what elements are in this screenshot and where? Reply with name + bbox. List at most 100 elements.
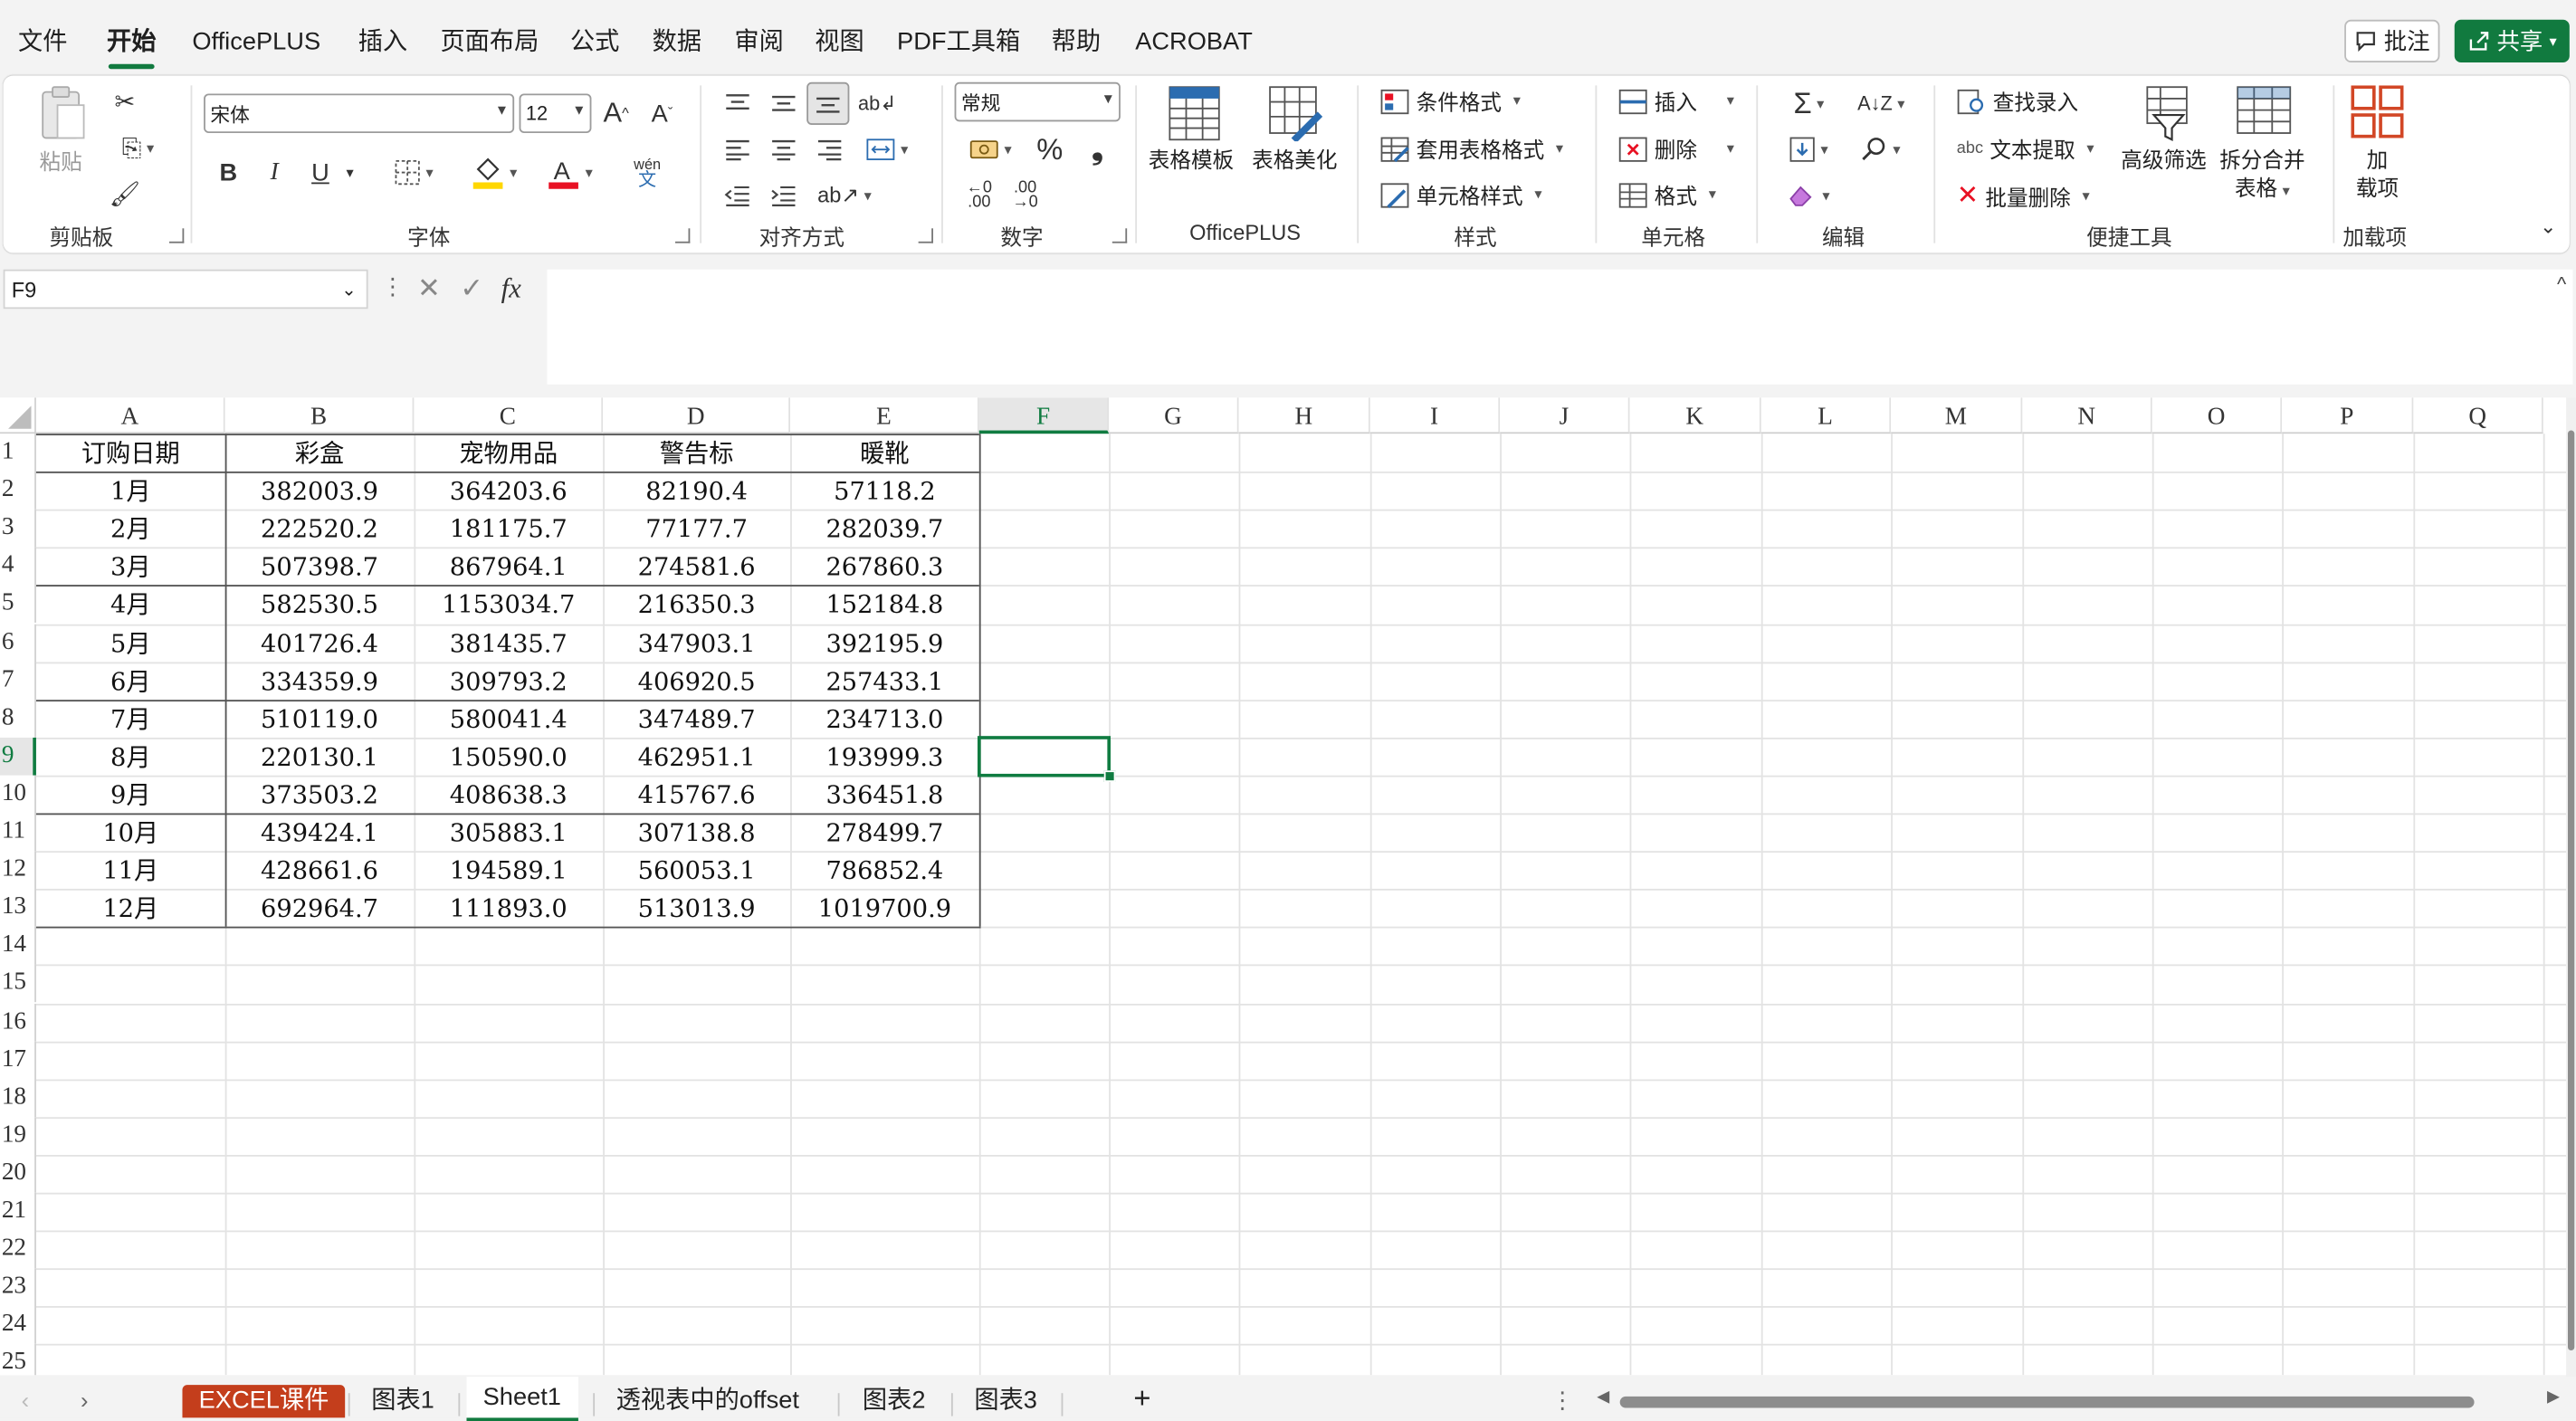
alignment-launcher-icon[interactable] (918, 228, 933, 243)
table-cell[interactable]: 222520.2 (225, 510, 415, 548)
row-header[interactable]: 12 (0, 851, 36, 890)
table-cell[interactable]: 428661.6 (225, 851, 415, 889)
menu-formulas[interactable]: 公式 (570, 26, 619, 59)
prev-sheet-icon[interactable]: ‹ (22, 1387, 29, 1413)
column-header[interactable]: P (2282, 397, 2414, 434)
scroll-left-icon[interactable]: ◀ (1597, 1388, 1609, 1407)
selected-cell[interactable] (977, 735, 1111, 777)
table-cell[interactable]: 392195.9 (790, 624, 979, 662)
comment-button[interactable]: 批注 (2344, 19, 2440, 62)
table-cell[interactable]: 334359.9 (225, 662, 415, 700)
vertical-scrollbar[interactable] (2566, 397, 2576, 1378)
table-cell[interactable]: 111893.0 (414, 889, 603, 927)
menu-pdf-tools[interactable]: PDF工具箱 (897, 26, 1020, 59)
column-header[interactable]: N (2022, 397, 2152, 434)
column-header[interactable]: I (1369, 397, 1501, 434)
row-header[interactable]: 13 (0, 889, 36, 928)
decrease-decimal-icon[interactable]: .00 →0 (1006, 177, 1045, 214)
table-cell[interactable]: 193999.3 (790, 738, 979, 776)
menu-review[interactable]: 审阅 (734, 26, 783, 59)
row-header[interactable]: 14 (0, 927, 36, 966)
table-cell[interactable]: 336451.8 (790, 776, 979, 814)
autosum-icon[interactable]: Σ ▾ (1778, 85, 1840, 121)
table-cell[interactable]: 347489.7 (603, 700, 790, 738)
phonetic-icon[interactable]: wén 文 (615, 151, 681, 194)
table-cell[interactable]: 6月 (36, 662, 225, 700)
find-entry-button[interactable]: 查找录入 (1957, 85, 2078, 116)
name-box[interactable]: F9 ⌄ (3, 269, 368, 310)
cancel-icon[interactable]: ✕ (417, 272, 441, 305)
row-header[interactable]: 3 (0, 510, 36, 548)
row-header[interactable]: 11 (0, 813, 36, 852)
decrease-indent-icon[interactable] (720, 177, 756, 214)
header-cell[interactable]: 彩盒 (225, 434, 415, 472)
sort-filter-icon[interactable]: A↓Z ▾ (1852, 85, 1911, 121)
table-cell[interactable]: 2月 (36, 510, 225, 548)
cell-style-button[interactable]: 单元格样式 ▾ (1380, 179, 1542, 210)
add-sheet-icon[interactable]: + (1133, 1381, 1150, 1414)
row-header[interactable]: 6 (0, 623, 36, 662)
table-cell[interactable]: 216350.3 (603, 586, 790, 624)
underline-button[interactable]: U (306, 155, 336, 191)
menu-page-layout[interactable]: 页面布局 (440, 26, 539, 59)
addins-icon[interactable] (2351, 85, 2404, 146)
table-beautify-label[interactable]: 表格美化 (1252, 147, 1337, 175)
chevron-down-icon[interactable]: ▾ (340, 155, 360, 191)
row-header[interactable]: 19 (0, 1116, 36, 1155)
menu-view[interactable]: 视图 (815, 26, 863, 59)
row-header[interactable]: 22 (0, 1230, 36, 1269)
italic-button[interactable]: I (260, 155, 290, 191)
wrap-text-icon[interactable]: ab↲ (857, 85, 897, 121)
align-right-icon[interactable] (812, 131, 848, 167)
row-header[interactable]: 5 (0, 585, 36, 624)
increase-decimal-icon[interactable]: ←0.00 (959, 177, 999, 214)
table-cell[interactable]: 347903.1 (603, 624, 790, 662)
comma-style-button[interactable]: ❟ (1081, 131, 1113, 167)
align-bottom-icon[interactable] (806, 81, 850, 125)
addins-label[interactable]: 加 载项 (2356, 147, 2399, 203)
table-cell[interactable]: 77177.7 (603, 510, 790, 548)
table-cell[interactable]: 11月 (36, 851, 225, 889)
column-header[interactable]: Q (2413, 397, 2543, 434)
column-header[interactable]: A (35, 397, 225, 434)
sheet-tab-pivot-offset[interactable]: 透视表中的offset (616, 1385, 799, 1417)
shrink-font-icon[interactable]: Aˇ (644, 95, 681, 131)
table-cell[interactable]: 10月 (36, 813, 225, 851)
menu-officeplus[interactable]: OfficePLUS (192, 26, 320, 59)
bold-button[interactable]: B (214, 155, 243, 191)
table-cell[interactable]: 582530.5 (225, 586, 415, 624)
cut-icon[interactable]: ✂ (109, 85, 141, 118)
conditional-format-button[interactable]: 条件格式 ▾ (1380, 85, 1521, 116)
table-cell[interactable]: 364203.6 (414, 472, 603, 510)
table-cell[interactable]: 7月 (36, 700, 225, 738)
table-cell[interactable]: 152184.8 (790, 586, 979, 624)
batch-delete-button[interactable]: ✕ 批量删除 ▾ (1957, 179, 2090, 212)
column-header[interactable]: F (978, 397, 1110, 434)
column-header[interactable]: D (603, 397, 791, 434)
split-merge-label[interactable]: 拆分合并 表格 ▾ (2219, 147, 2304, 205)
table-cell[interactable]: 1019700.9 (790, 889, 979, 927)
table-cell[interactable]: 401726.4 (225, 624, 415, 662)
collapse-ribbon-icon[interactable]: ⌄ (2533, 214, 2563, 240)
table-cell[interactable]: 282039.7 (790, 510, 979, 548)
row-header[interactable]: 8 (0, 699, 36, 738)
table-cell[interactable]: 150590.0 (414, 738, 603, 776)
clipboard-launcher-icon[interactable] (168, 228, 185, 243)
row-header[interactable]: 2 (0, 472, 36, 510)
table-cell[interactable]: 513013.9 (603, 889, 790, 927)
table-cell[interactable]: 181175.7 (414, 510, 603, 548)
row-header[interactable]: 15 (0, 965, 36, 1003)
table-template-icon[interactable] (1169, 85, 1221, 149)
row-header[interactable]: 17 (0, 1041, 36, 1079)
paste-icon[interactable] (36, 85, 89, 152)
sheet-tab-excel-course[interactable]: EXCEL课件 (182, 1385, 346, 1418)
row-header[interactable]: 9 (0, 737, 36, 776)
table-cell[interactable]: 415767.6 (603, 776, 790, 814)
table-cell[interactable]: 57118.2 (790, 472, 979, 510)
table-cell[interactable]: 510119.0 (225, 700, 415, 738)
row-header[interactable]: 20 (0, 1154, 36, 1193)
menu-help[interactable]: 帮助 (1052, 26, 1101, 59)
select-all-button[interactable] (0, 397, 36, 434)
fill-color-icon[interactable]: ▾ (463, 151, 526, 194)
table-cell[interactable]: 9月 (36, 776, 225, 814)
